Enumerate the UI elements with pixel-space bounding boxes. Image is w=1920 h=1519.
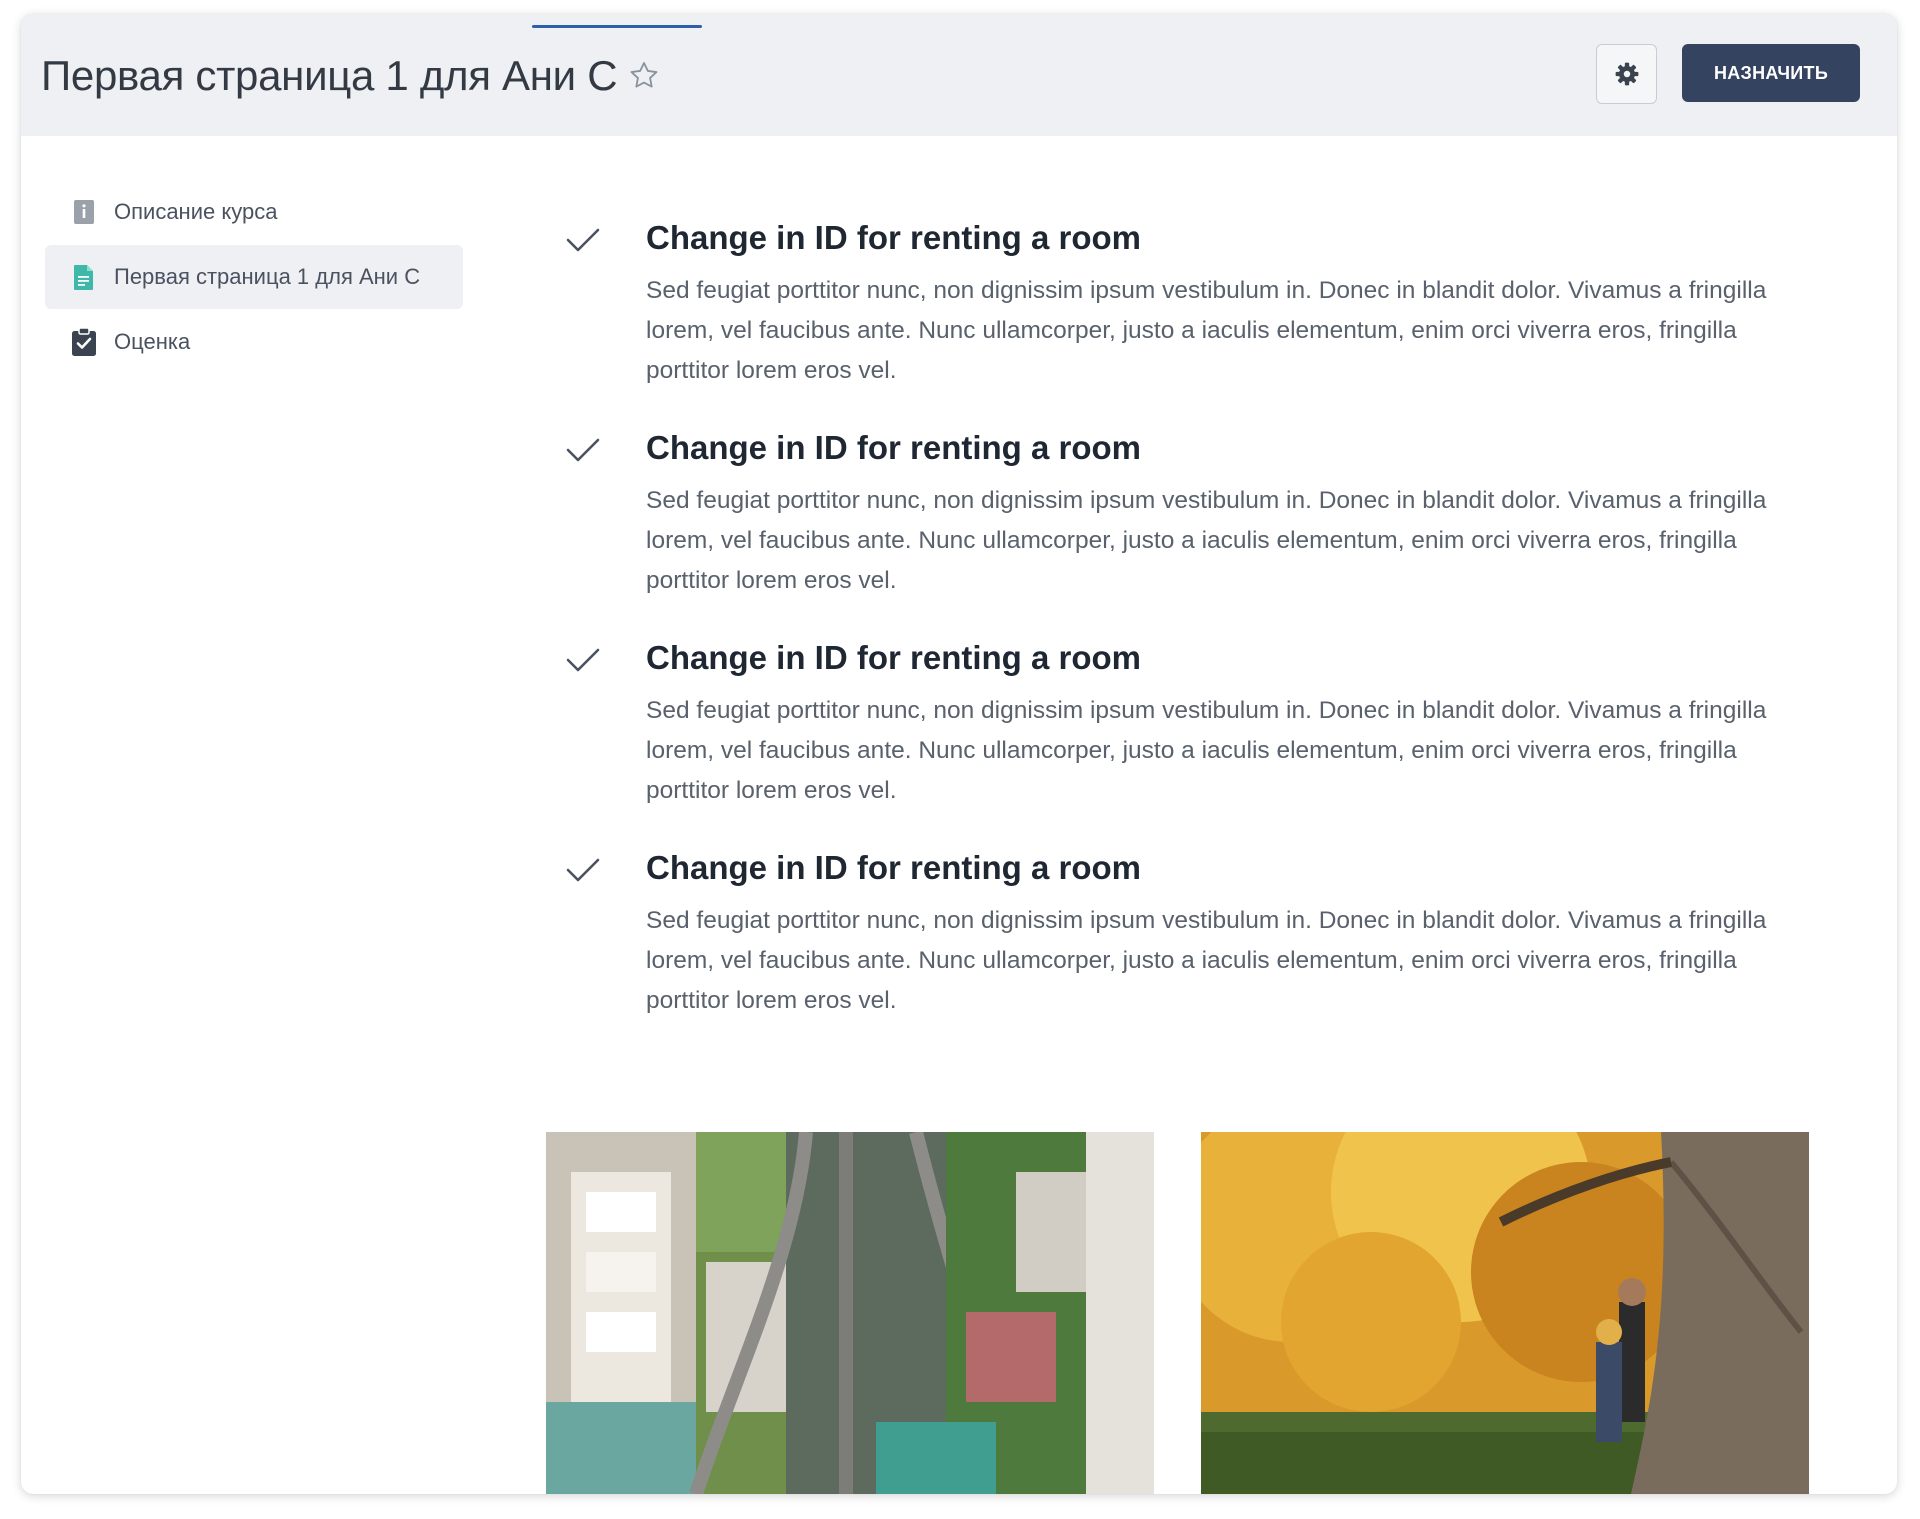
sidebar-item-label: Оценка — [114, 329, 191, 354]
checkmark-icon — [566, 647, 600, 673]
sidebar-item-label: Первая страница 1 для Ани С — [114, 264, 421, 289]
sidebar-item-assessment[interactable]: Оценка — [45, 310, 463, 374]
sidebar-item-course-description[interactable]: Описание курса — [45, 180, 463, 244]
sidebar-item-label: Описание курса — [114, 199, 278, 224]
gear-icon — [1615, 62, 1638, 86]
autumn-tree-photo — [1201, 1132, 1809, 1494]
page-title: Первая страница 1 для Ани С — [41, 52, 618, 99]
title-area: Первая страница 1 для Ани С — [41, 52, 661, 100]
checklist-item-text: Sed feugiat porttitor nunc, non dignissi… — [646, 487, 1767, 594]
list-item: Change in ID for renting a room Sed feug… — [566, 639, 1816, 849]
checkmark-icon — [566, 857, 600, 883]
star-outline-icon[interactable] — [627, 59, 661, 93]
checklist: Change in ID for renting a room Sed feug… — [566, 219, 1816, 1059]
settings-button[interactable] — [1596, 44, 1657, 104]
checkmark-icon — [566, 437, 600, 463]
checklist-item-title: Change in ID for renting a room — [646, 219, 1142, 256]
aerial-city-photo — [546, 1132, 1154, 1494]
checkmark-icon — [566, 227, 600, 253]
checklist-item-text: Sed feugiat porttitor nunc, non dignissi… — [646, 907, 1767, 1014]
sidebar-item-first-page[interactable]: Первая страница 1 для Ани С — [45, 245, 463, 309]
assign-button[interactable]: НАЗНАЧИТЬ — [1682, 44, 1860, 102]
checklist-item-text: Sed feugiat porttitor nunc, non dignissi… — [646, 277, 1767, 384]
page-header: Первая страница 1 для Ани С НАЗНАЧИТЬ — [21, 14, 1897, 136]
image-gallery — [546, 1132, 1828, 1494]
checklist-item-title: Change in ID for renting a room — [646, 639, 1142, 676]
list-item: Change in ID for renting a room Sed feug… — [566, 429, 1816, 639]
document-icon — [70, 263, 98, 291]
checklist-item-title: Change in ID for renting a room — [646, 429, 1142, 466]
clipboard-check-icon — [70, 327, 98, 356]
course-sidebar: Описание курса Первая страница 1 для Ани… — [45, 180, 463, 375]
info-book-icon — [70, 198, 98, 226]
checklist-item-title: Change in ID for renting a room — [646, 849, 1142, 886]
list-item: Change in ID for renting a room Sed feug… — [566, 849, 1816, 1059]
course-page-card: Первая страница 1 для Ани С НАЗНАЧИТЬ Оп… — [21, 14, 1897, 1494]
active-tab-indicator — [532, 25, 702, 28]
checklist-item-text: Sed feugiat porttitor nunc, non dignissi… — [646, 697, 1767, 804]
list-item: Change in ID for renting a room Sed feug… — [566, 219, 1816, 429]
